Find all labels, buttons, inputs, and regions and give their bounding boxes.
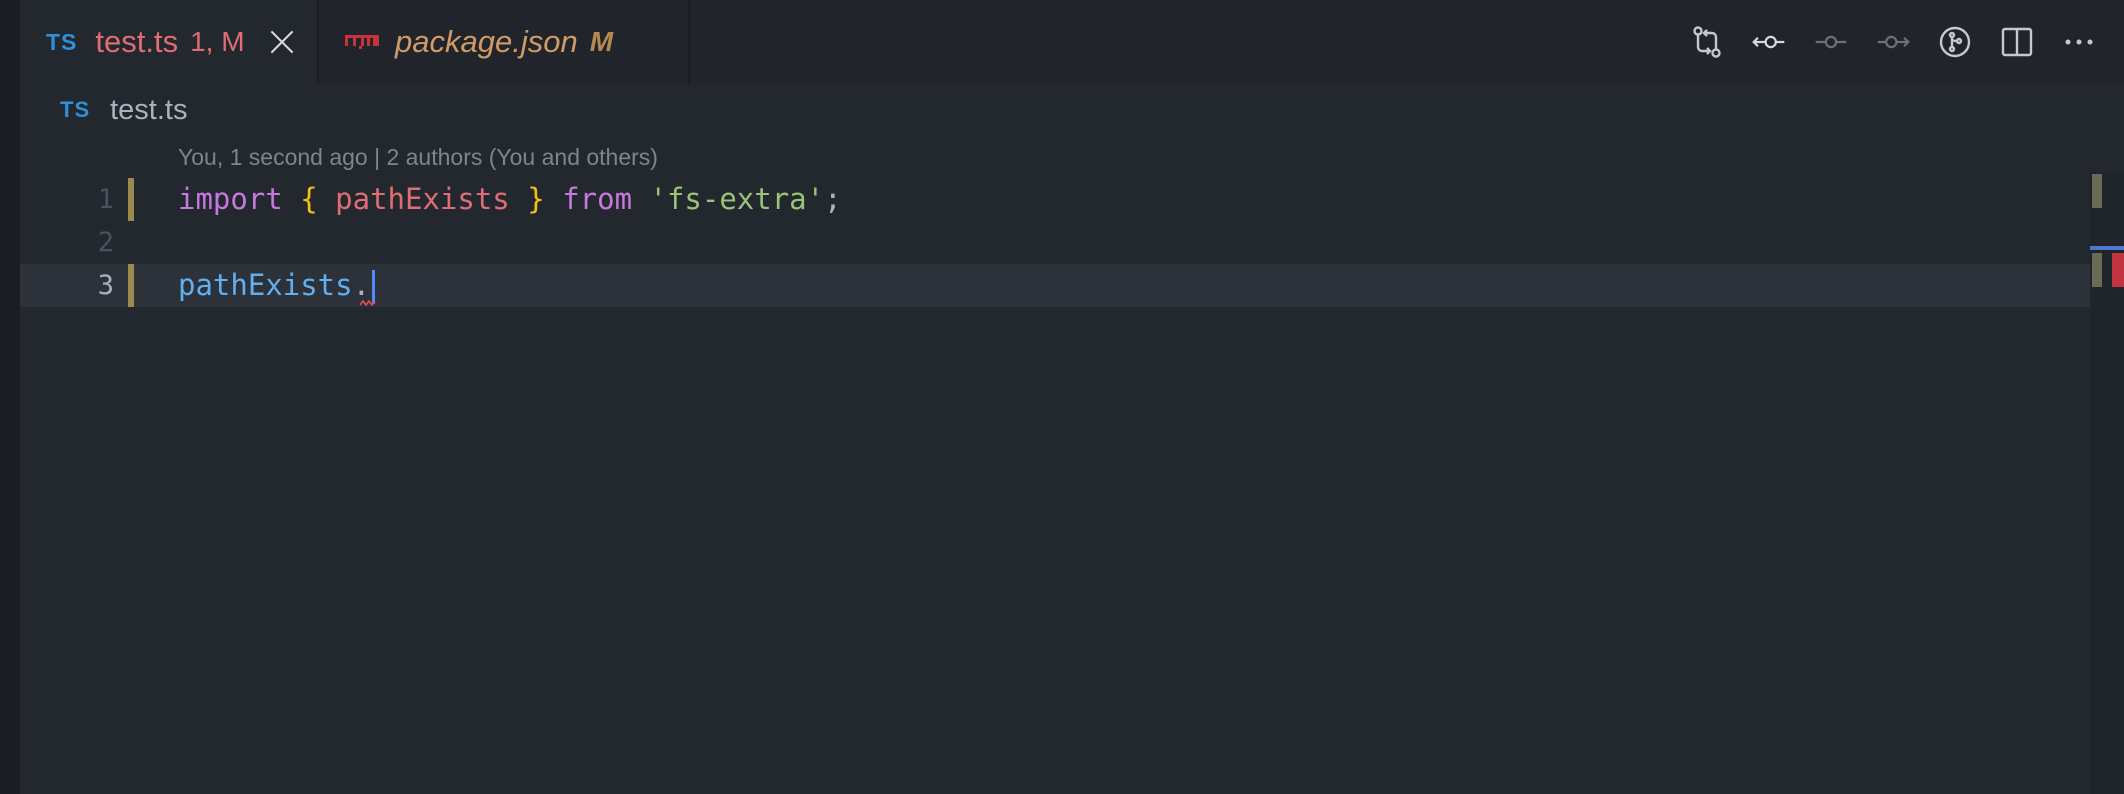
code-line-current[interactable]: 3 pathExists. [20, 264, 2090, 307]
tab-title: test.ts [95, 24, 179, 59]
line-number: 2 [97, 227, 114, 258]
punctuation-token: ; [824, 182, 842, 216]
identifier-token: pathExists [178, 268, 353, 302]
editor-tab-bar: TS test.ts 1, M package.json M [20, 0, 2124, 84]
bracket-token: { [300, 182, 318, 216]
error-squiggle [360, 300, 376, 306]
npm-file-icon [345, 35, 379, 49]
line-number: 1 [97, 184, 114, 215]
error-decoration [2112, 253, 2124, 287]
modified-decoration [2092, 174, 2102, 208]
revision-commit-icon[interactable] [1814, 25, 1848, 59]
open-changes-icon[interactable] [1690, 25, 1724, 59]
breadcrumb-item-file[interactable]: test.ts [110, 94, 187, 127]
modified-gutter-marker[interactable] [128, 264, 134, 307]
code-line[interactable]: 2 [20, 221, 2090, 264]
identifier-token: pathExists [335, 182, 510, 216]
git-lens-icon[interactable] [1938, 25, 1972, 59]
close-icon[interactable] [270, 30, 294, 54]
breadcrumb: TS test.ts [20, 84, 2124, 136]
modified-gutter-marker[interactable] [128, 178, 134, 221]
punctuation-token: . [352, 268, 371, 302]
cursor-position-indicator [2090, 246, 2124, 250]
split-editor-icon[interactable] [2000, 25, 2034, 59]
typescript-file-icon: TS [46, 28, 78, 55]
code-editor[interactable]: You, 1 second ago | 2 authors (You and o… [20, 136, 2090, 794]
line-content: import { pathExists } from 'fs-extra'; [178, 178, 842, 221]
minimap-scrollbar[interactable] [2090, 136, 2124, 794]
keyword-token: import [178, 182, 283, 216]
more-actions-icon[interactable] [2062, 25, 2096, 59]
keyword-token: from [562, 182, 633, 216]
scrollbar-header [2090, 136, 2124, 172]
git-blame-annotation[interactable]: You, 1 second ago | 2 authors (You and o… [178, 144, 658, 171]
typescript-file-icon: TS [60, 97, 91, 122]
tab-status-badge: M [589, 26, 614, 57]
line-number: 3 [97, 270, 114, 301]
tab-package-json[interactable]: package.json M [319, 0, 690, 84]
string-token: 'fs-extra' [649, 182, 825, 216]
tab-status-badge: 1, M [190, 26, 245, 57]
modified-decoration [2092, 253, 2102, 287]
tab-title: package.json [395, 24, 578, 59]
editor-toolbar [1690, 18, 2096, 66]
next-revision-icon[interactable] [1876, 25, 1910, 59]
previous-revision-icon[interactable] [1752, 25, 1786, 59]
text-cursor [372, 270, 376, 304]
bracket-token: } [527, 182, 545, 216]
activity-bar-edge [0, 0, 20, 794]
code-line[interactable]: 1 import { pathExists } from 'fs-extra'; [20, 178, 2090, 221]
tab-test-ts[interactable]: TS test.ts 1, M [20, 0, 319, 84]
line-content: pathExists. [178, 264, 376, 307]
